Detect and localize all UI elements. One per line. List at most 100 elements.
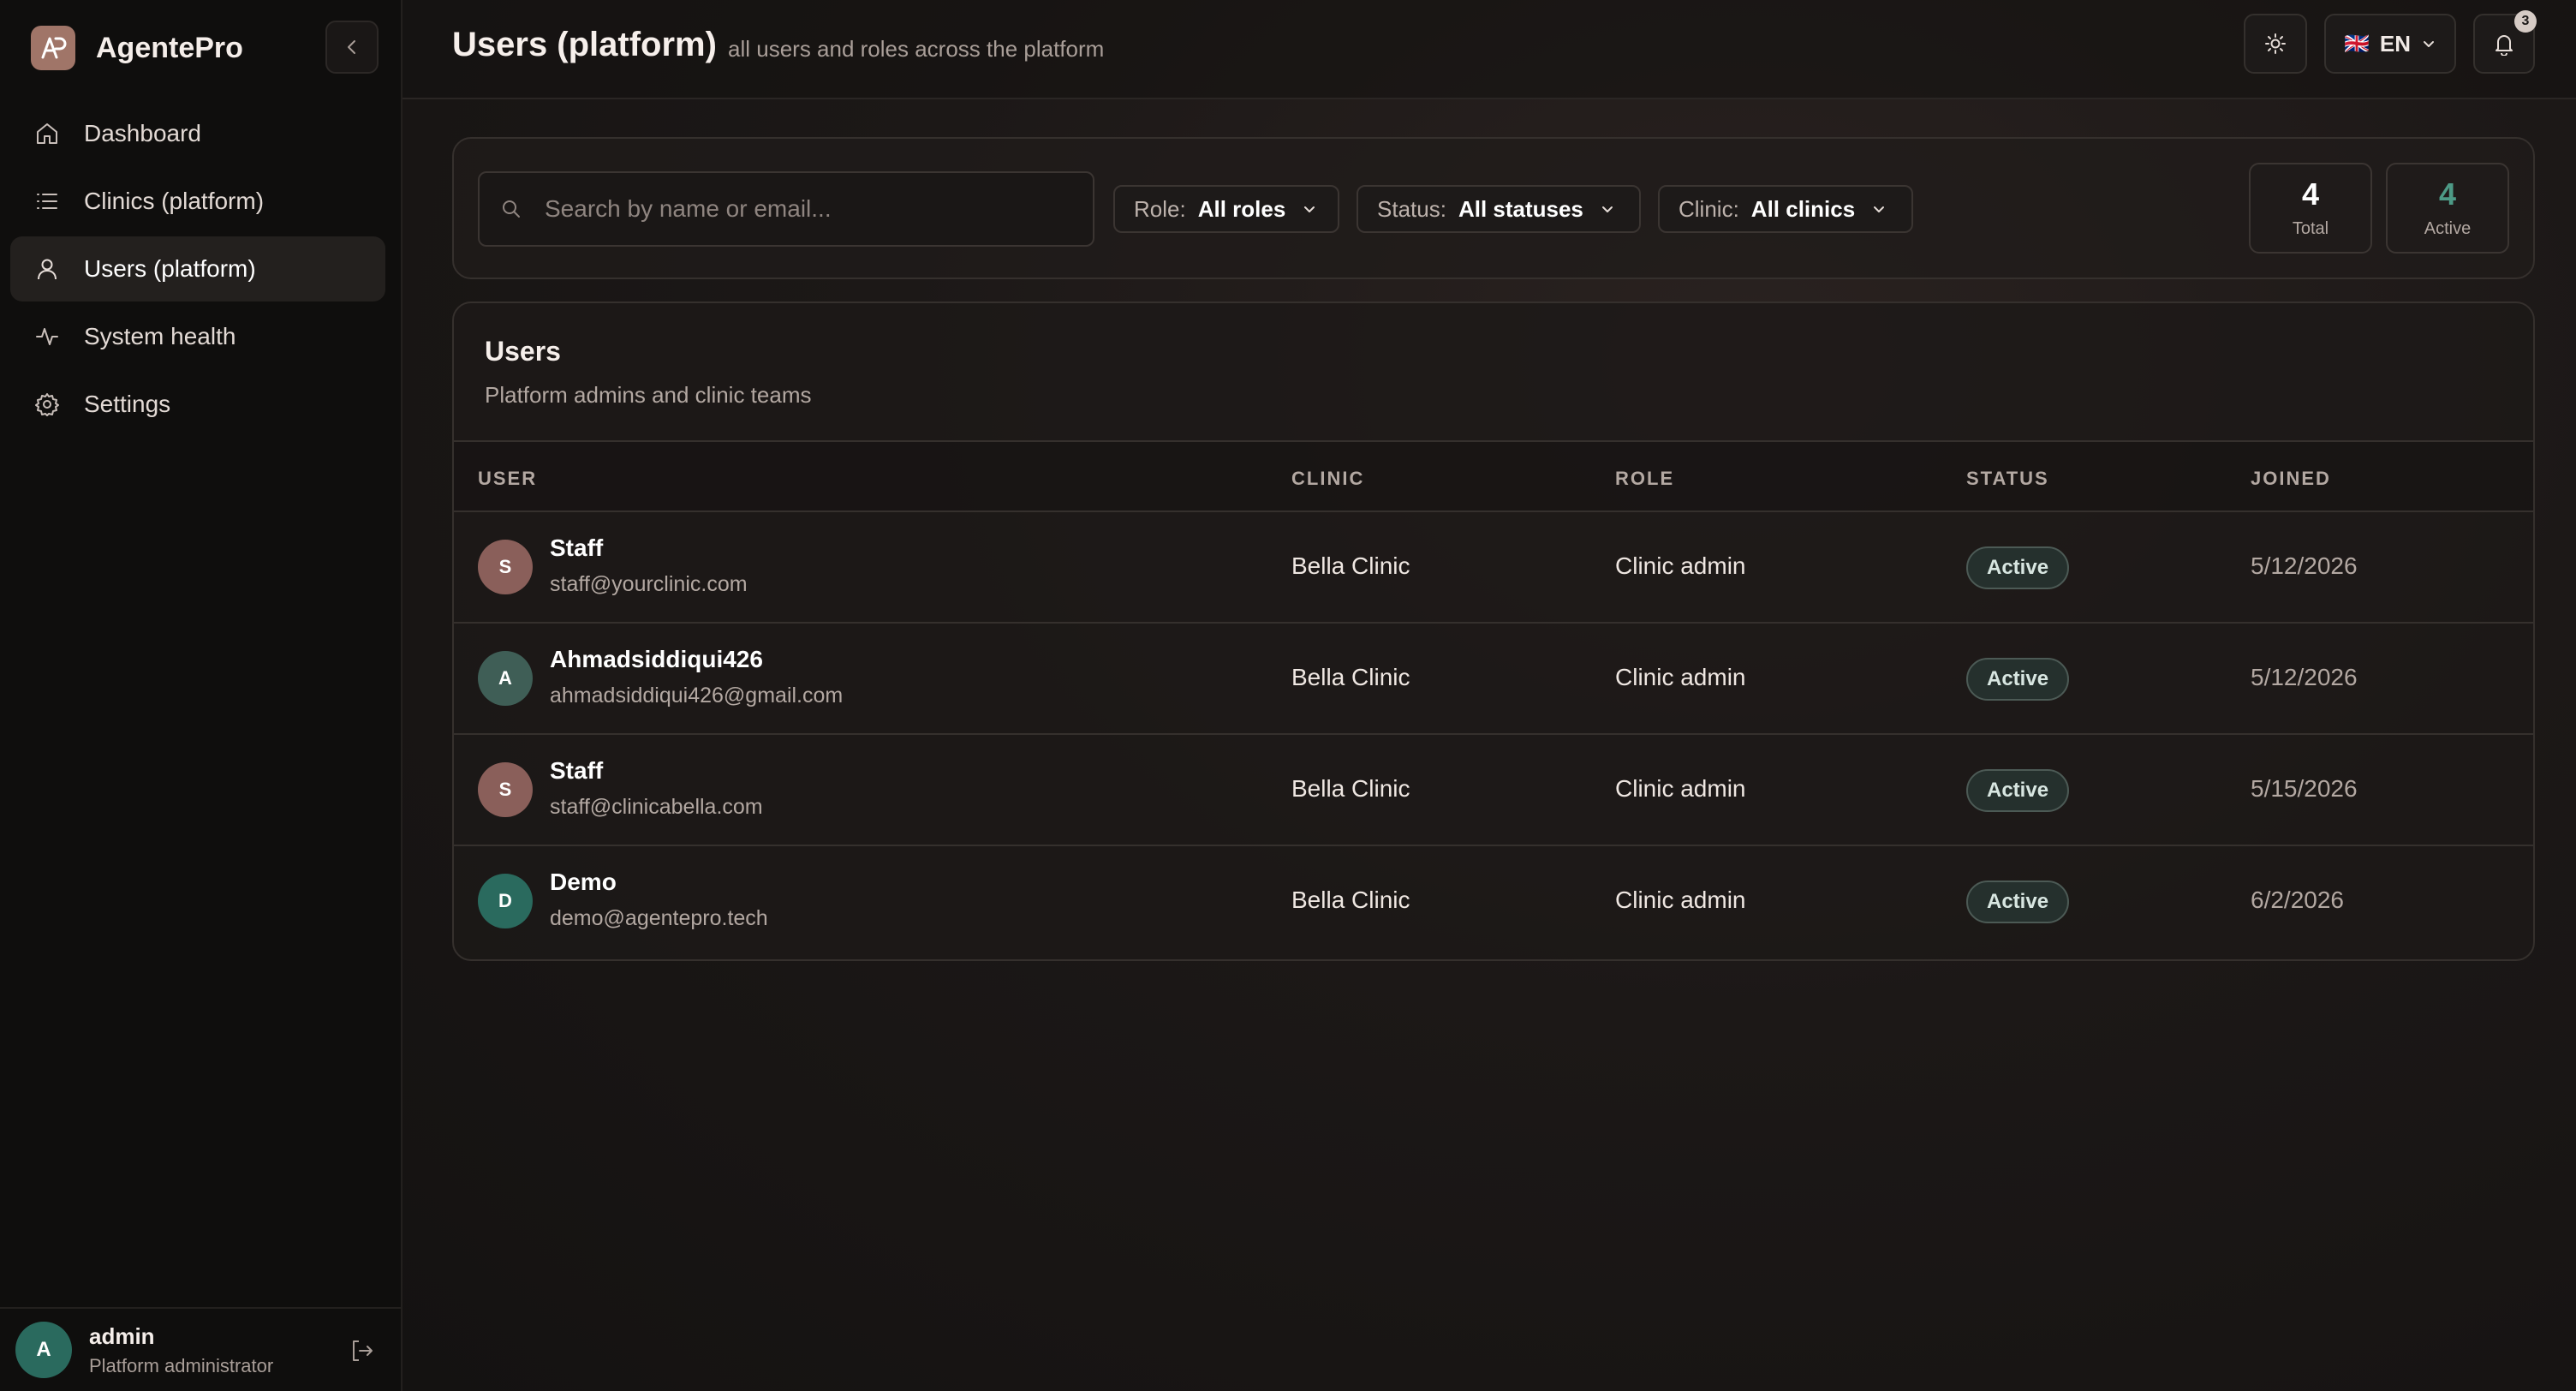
user-name: Demo [550, 869, 617, 895]
user-email: ahmadsiddiqui426@gmail.com [550, 684, 844, 707]
sidebar-nav: Dashboard Clinics (platform) Users (plat… [10, 101, 385, 439]
sidebar-item-label: Settings [84, 391, 171, 417]
role-cell: Clinic admin [1615, 775, 1746, 802]
notifications-button[interactable]: 3 [2473, 10, 2537, 74]
language-selector[interactable]: 🇬🇧 EN [2324, 14, 2456, 74]
sidebar-item-label: Dashboard [84, 120, 201, 146]
table-row[interactable]: S Staff staff@yourclinic.com Bella Clini… [454, 512, 2533, 624]
chevron-down-icon [1304, 206, 1315, 212]
sidebar-item-settings[interactable]: Settings [10, 372, 385, 437]
logout-button[interactable] [348, 1336, 377, 1365]
clinic-cell: Bella Clinic [1291, 887, 1410, 913]
role-cell: Clinic admin [1615, 887, 1746, 913]
sidebar-item-label: Users (platform) [84, 255, 256, 282]
chevron-down-icon [1601, 206, 1613, 212]
active-label: Active [2424, 219, 2472, 238]
activity-icon [33, 322, 62, 351]
active-count: 4 [2438, 176, 2457, 212]
user-info: admin Platform administrator [89, 1323, 273, 1377]
search-input[interactable]: Search by name or email... [478, 171, 1094, 247]
avatar: A [478, 651, 533, 706]
status-badge: Active [1966, 546, 2070, 589]
table-row[interactable]: D Demo demo@agentepro.tech Bella Clinic … [454, 846, 2533, 958]
column-header-joined[interactable]: JOINED [2251, 468, 2331, 490]
clinic-filter-dropdown[interactable]: Clinic: All clinics [1658, 185, 1913, 233]
status-badge: Active [1966, 881, 2070, 923]
filter-bar: Search by name or email... Role: All rol… [452, 137, 2535, 279]
clinic-cell: Bella Clinic [1291, 552, 1410, 579]
active-users-stat: 4 Active [2386, 163, 2509, 254]
sidebar-item-users[interactable]: Users (platform) [10, 236, 385, 301]
bell-icon [2496, 35, 2513, 56]
total-count: 4 [2301, 176, 2320, 212]
avatar[interactable]: A [15, 1322, 72, 1378]
status-filter-dropdown[interactable]: Status: All statuses [1357, 185, 1641, 233]
table-row[interactable]: S Staff staff@clinicabella.com Bella Cli… [454, 735, 2533, 846]
collapse-sidebar-button[interactable] [325, 21, 379, 74]
joined-cell: 5/12/2026 [2251, 552, 2358, 579]
sidebar-item-system-health[interactable]: System health [10, 304, 385, 369]
status-filter-label: Status: [1377, 195, 1446, 222]
chevron-down-icon [2424, 41, 2434, 47]
column-header-status[interactable]: STATUS [1966, 468, 2049, 490]
role-filter-dropdown[interactable]: Role: All roles [1113, 185, 1339, 233]
role-cell: Clinic admin [1615, 552, 1746, 579]
role-filter-label: Role: [1134, 195, 1186, 222]
sidebar-item-dashboard[interactable]: Dashboard [10, 101, 385, 166]
sidebar-item-label: System health [84, 323, 236, 349]
sidebar-footer: A admin Platform administrator [0, 1307, 401, 1391]
table-row[interactable]: A Ahmadsiddiqui426 ahmadsiddiqui426@gmai… [454, 624, 2533, 735]
sun-icon [2265, 33, 2286, 54]
brand[interactable]: AgentePro [31, 26, 243, 70]
total-users-stat: 4 Total [2249, 163, 2372, 254]
status-badge: Active [1966, 769, 2070, 812]
role-cell: Clinic admin [1615, 664, 1746, 690]
total-label: Total [2292, 219, 2329, 238]
top-bar: Users (platform) all users and roles acr… [402, 0, 2576, 99]
joined-cell: 5/15/2026 [2251, 775, 2358, 802]
status-filter-value: All statuses [1458, 195, 1583, 222]
joined-cell: 6/2/2026 [2251, 887, 2344, 913]
chevron-left-icon [348, 40, 355, 54]
user-icon [33, 254, 62, 284]
logout-icon [353, 1340, 373, 1361]
sidebar-item-label: Clinics (platform) [84, 188, 265, 214]
column-header-clinic[interactable]: CLINIC [1291, 468, 1364, 490]
user-email: demo@agentepro.tech [550, 906, 768, 930]
user-role: Platform administrator [89, 1354, 274, 1376]
table-subtitle: Platform admins and clinic teams [485, 382, 812, 408]
sidebar: AgentePro Dashboard Clinics (platform) U… [0, 0, 402, 1391]
status-badge: Active [1966, 658, 2070, 701]
chevron-down-icon [1874, 206, 1885, 212]
user-email: staff@yourclinic.com [550, 572, 748, 596]
language-code: EN [2379, 30, 2411, 57]
uk-flag-icon: 🇬🇧 [2343, 32, 2370, 56]
avatar: S [478, 762, 533, 817]
sidebar-item-clinics[interactable]: Clinics (platform) [10, 169, 385, 234]
clinic-filter-value: All clinics [1750, 195, 1856, 222]
theme-toggle-button[interactable] [2244, 14, 2307, 74]
clinic-cell: Bella Clinic [1291, 664, 1410, 690]
gear-icon [33, 390, 62, 419]
search-placeholder: Search by name or email... [545, 195, 832, 222]
joined-cell: 5/12/2026 [2251, 664, 2358, 690]
clinic-cell: Bella Clinic [1291, 775, 1410, 802]
column-header-user[interactable]: USER [478, 468, 537, 490]
brand-name: AgentePro [96, 31, 243, 64]
list-icon [33, 187, 62, 216]
notification-badge: 3 [2514, 10, 2537, 33]
search-icon [503, 200, 520, 218]
avatar: D [478, 874, 533, 928]
table-header: USER CLINIC ROLE STATUS JOINED [454, 440, 2533, 512]
user-name: Staff [550, 534, 604, 561]
brand-logo-icon [41, 37, 67, 59]
column-header-role[interactable]: ROLE [1615, 468, 1674, 490]
main-content: Users (platform) all users and roles acr… [402, 0, 2576, 1391]
page-subtitle: all users and roles across the platform [728, 36, 1105, 62]
users-table-card: Users Platform admins and clinic teams U… [452, 301, 2535, 961]
clinic-filter-label: Clinic: [1679, 195, 1739, 222]
user-name: admin [89, 1322, 155, 1349]
user-name: Ahmadsiddiqui426 [550, 646, 763, 672]
app-root: AgentePro Dashboard Clinics (platform) U… [0, 0, 2576, 1391]
user-name: Staff [550, 757, 604, 784]
